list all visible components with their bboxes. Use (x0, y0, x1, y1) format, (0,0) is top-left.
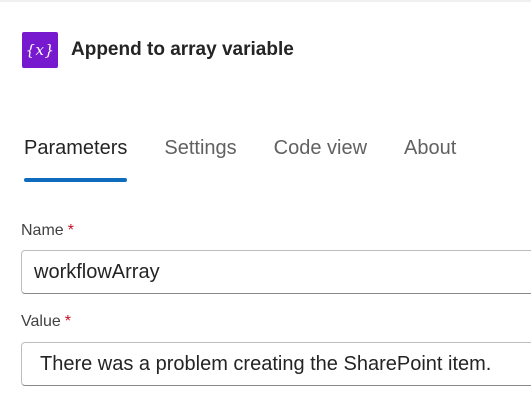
required-marker: * (64, 313, 71, 330)
tab-about[interactable]: About (404, 137, 456, 183)
value-field-value: There was a problem creating the SharePo… (40, 352, 492, 375)
required-marker: * (67, 222, 74, 239)
tab-code-view[interactable]: Code view (274, 137, 367, 183)
top-divider (0, 0, 531, 2)
value-label-text: Value (21, 313, 61, 330)
value-field-label: Value * (21, 313, 71, 331)
name-field-value: workflowArray (34, 260, 160, 283)
name-field-label: Name * (21, 222, 74, 240)
value-field[interactable]: There was a problem creating the SharePo… (21, 342, 531, 386)
variable-braces-icon: {x} (22, 32, 58, 68)
name-field[interactable]: workflowArray (21, 250, 531, 294)
name-label-text: Name (21, 222, 64, 239)
action-title: Append to array variable (71, 39, 294, 60)
tab-settings[interactable]: Settings (164, 137, 236, 183)
tab-list: Parameters Settings Code view About (24, 137, 493, 183)
tab-parameters[interactable]: Parameters (24, 137, 128, 183)
action-header: {x} Append to array variable (22, 32, 294, 68)
